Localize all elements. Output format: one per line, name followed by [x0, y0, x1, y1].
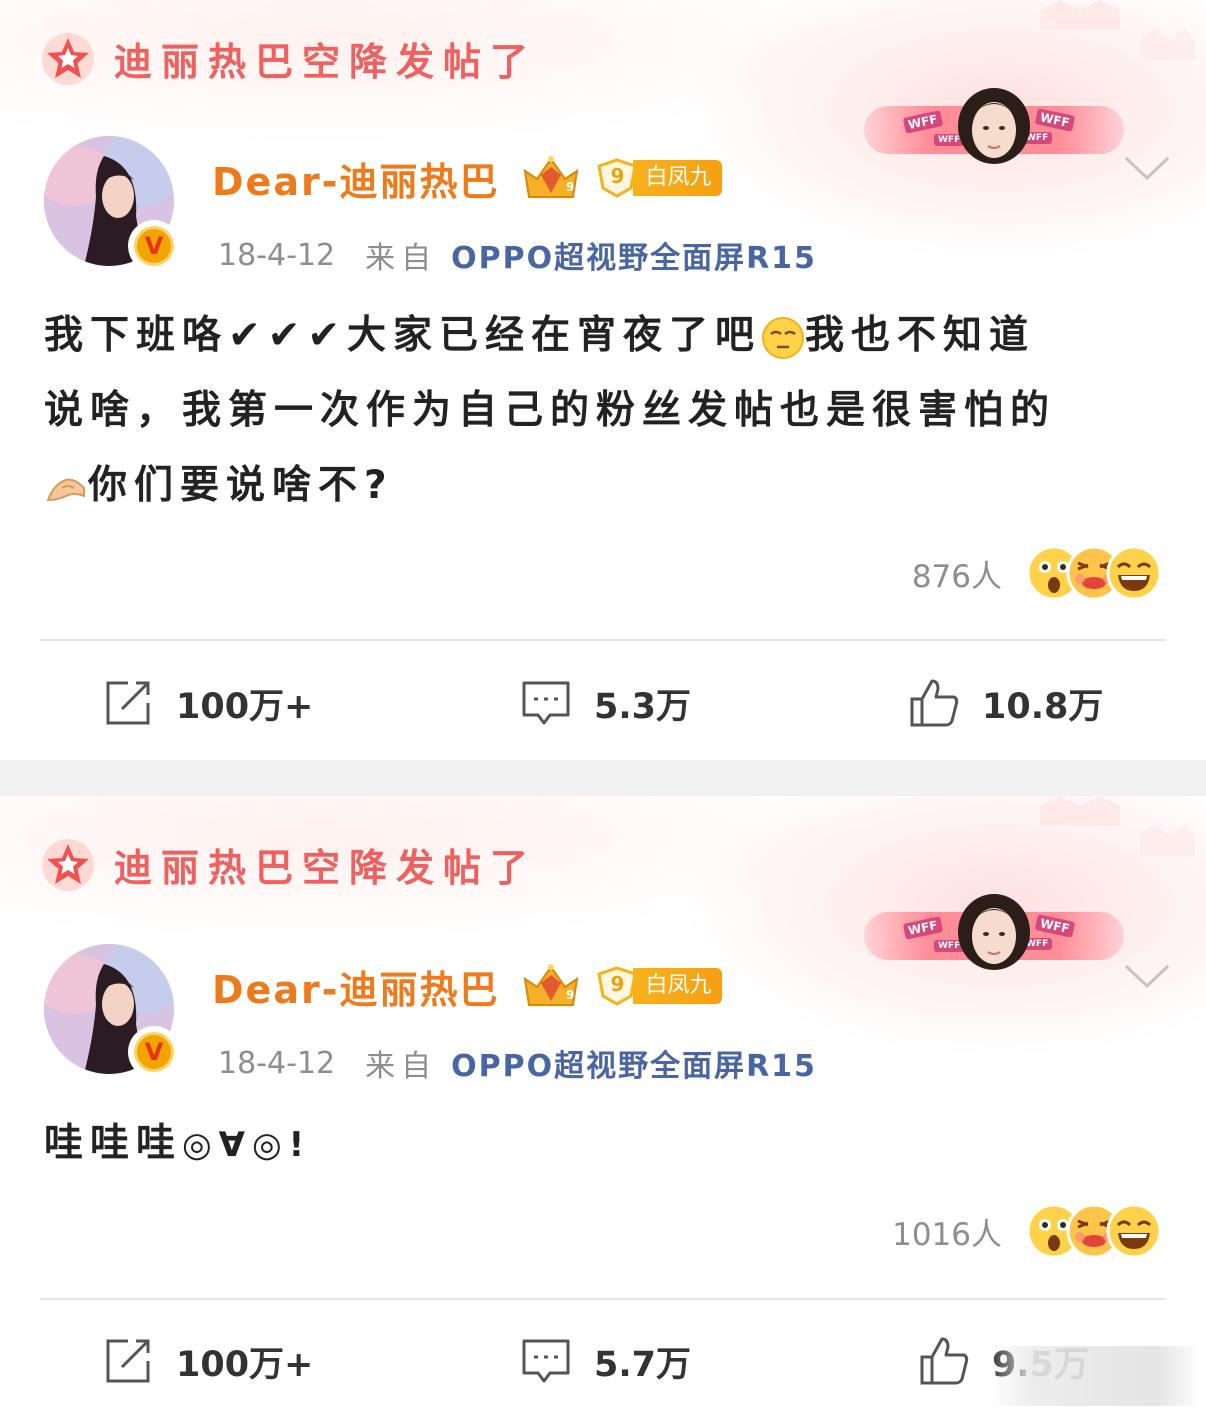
post-body-line: 我也不知道 [805, 313, 1036, 358]
action-bar: 100万+ 5.7万 9.5万 [0, 1326, 1206, 1396]
crown-ornament-icon [1040, 796, 1195, 856]
fan-card-sticker: WFF WFF WFF WFF [864, 86, 1124, 166]
username[interactable]: Dear-迪丽热巴 [212, 151, 499, 206]
fan-title: 白凤九 [633, 160, 722, 196]
verified-v-icon: V [128, 1026, 180, 1078]
post-body: 我下班咯✔✔✔大家已经在宵夜了吧 我也不知道 说啥，我第一次作为自己的粉丝发帖也是… [44, 298, 1162, 523]
user-name-row: Dear-迪丽热巴 9 9 白凤九 [212, 150, 722, 206]
post-card: 迪丽热巴空降发帖了 WFF WFF WFF WFF V Dear-迪丽热巴 9 … [0, 0, 1206, 760]
post-device[interactable]: OPPO超视野全面屏R15 [451, 233, 817, 277]
fan-level: 9 [610, 164, 625, 188]
crown-level-icon[interactable]: 9 [519, 961, 583, 1011]
banner-text: 迪丽热巴空降发帖了 [114, 39, 538, 84]
reaction-laugh-icon [1106, 1203, 1162, 1259]
fan-title: 白凤九 [633, 968, 722, 1004]
comment-icon [522, 681, 570, 725]
post-body-line: 你们要说啥不? [88, 463, 394, 508]
post-banner: 迪丽热巴空降发帖了 [40, 28, 537, 88]
divider [40, 639, 1166, 641]
fan-badge[interactable]: 9 白凤九 [595, 966, 722, 1006]
reaction-count: 1016人 [892, 1216, 1002, 1253]
fan-level: 9 [610, 972, 625, 996]
rolling-eyes-emoji-icon [762, 316, 805, 359]
post-body-line: 哇哇哇 [44, 1121, 183, 1166]
like-count: 9.5万 [992, 1344, 1090, 1385]
post-from-label: 来自 [365, 1049, 438, 1084]
repost-count: 100万+ [176, 686, 314, 727]
repost-button[interactable]: 100万+ [102, 668, 313, 738]
post-date: 18-4-12 [218, 1045, 336, 1081]
post-body-line: 说啥，我第一次作为自己的粉丝发帖也是很害怕的 [44, 388, 1057, 433]
divider [40, 1298, 1166, 1300]
banner-text: 迪丽热巴空降发帖了 [114, 845, 538, 890]
repost-button[interactable]: 100万+ [102, 1326, 313, 1396]
hands-emoji-icon [46, 478, 85, 501]
post-body: 哇哇哇◎∀◎! [44, 1106, 1162, 1183]
chevron-down-icon[interactable] [1122, 958, 1172, 994]
comment-count: 5.7万 [594, 1344, 692, 1385]
post-kaomoji: ◎∀◎! [182, 1125, 312, 1165]
comment-button[interactable]: 5.3万 [520, 668, 691, 738]
reaction-count: 876人 [911, 558, 1002, 595]
post-body-line: 我下班咯✔✔✔大家已经在宵夜了吧 [44, 313, 762, 358]
repost-count: 100万+ [176, 1344, 314, 1385]
post-meta: 18-4-12 来自 OPPO超视野全面屏R15 [218, 1040, 817, 1086]
post-meta: 18-4-12 来自 OPPO超视野全面屏R15 [218, 232, 817, 278]
reaction-summary[interactable]: 1016人 [892, 1201, 1162, 1261]
comment-count: 5.3万 [594, 686, 692, 727]
like-icon [920, 1337, 969, 1385]
repost-icon [106, 681, 150, 725]
like-button[interactable]: 10.8万 [908, 668, 1103, 738]
reaction-summary[interactable]: 876人 [912, 543, 1162, 603]
comment-button[interactable]: 5.7万 [520, 1326, 691, 1396]
star-icon [42, 33, 94, 85]
like-icon [910, 679, 959, 727]
post-banner: 迪丽热巴空降发帖了 [40, 834, 537, 894]
like-count: 10.8万 [982, 686, 1104, 727]
repost-icon [106, 1339, 150, 1383]
fan-card-sticker: WFF WFF WFF WFF [864, 892, 1124, 972]
username[interactable]: Dear-迪丽热巴 [212, 959, 499, 1014]
like-button[interactable]: 9.5万 [918, 1326, 1089, 1396]
action-bar: 100万+ 5.3万 10.8万 [0, 668, 1206, 738]
post-date: 18-4-12 [218, 237, 336, 273]
post-device[interactable]: OPPO超视野全面屏R15 [451, 1041, 817, 1085]
reaction-laugh-icon [1106, 545, 1162, 601]
crown-ornament-icon [1040, 0, 1195, 60]
svg-text:9: 9 [566, 988, 574, 1002]
post-card: 迪丽热巴空降发帖了 WFF WFF WFF WFF V Dear-迪丽热巴 9 … [0, 796, 1206, 1417]
crown-level-icon[interactable]: 9 [519, 153, 583, 203]
comment-icon [522, 1339, 570, 1383]
fan-badge[interactable]: 9 白凤九 [595, 158, 722, 198]
chevron-down-icon[interactable] [1122, 150, 1172, 186]
verified-v-icon: V [128, 220, 180, 272]
star-icon [42, 839, 94, 891]
svg-text:9: 9 [566, 180, 574, 194]
post-from-label: 来自 [365, 241, 438, 276]
user-name-row: Dear-迪丽热巴 9 9 白凤九 [212, 958, 722, 1014]
